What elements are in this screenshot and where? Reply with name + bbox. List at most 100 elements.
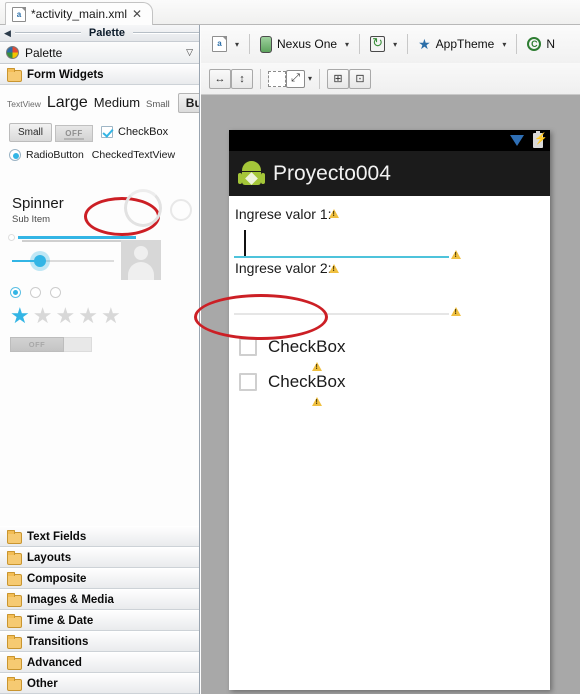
layout-content[interactable]: Ingrese valor 1: Ingrese valor 2: CheckB… [229,196,550,690]
palette-category-label: Transitions [27,635,89,648]
tab-activity-main-xml[interactable]: a *activity_main.xml ✕ [5,2,154,25]
star-icon-2[interactable]: ★ [33,305,53,327]
theme-selector[interactable]: ★ AppTheme ▾ [415,35,509,53]
chevron-down-icon[interactable]: ▾ [502,40,506,49]
locale-label: N [546,37,556,51]
palette-item-spinner-label: Spinner [12,195,64,212]
textview-label-valor2[interactable]: Ingrese valor 2: [235,260,332,276]
device-icon [260,35,273,53]
palette-item-button[interactable]: Button [177,93,199,113]
palette-item-small-button[interactable]: Small [9,123,53,142]
locale-selector[interactable]: C N [524,35,558,53]
palette-item-medium[interactable]: Medium [94,95,140,110]
checkbox-icon[interactable] [239,338,257,356]
palette-row-text-styles: TextView Large Medium Small Button [7,93,199,113]
palette-item-textview[interactable]: TextView [7,99,41,109]
battery-charging-icon [533,131,548,148]
download-triangle-icon [510,135,524,146]
folder-icon [7,68,22,82]
palette-panel: ◀ Palette Palette ▽ Form Widgets TextVie… [0,25,200,694]
preview-checkbox-1-label: CheckBox [268,337,346,356]
theme-label: AppTheme [435,37,495,51]
palette-item-radiobutton[interactable]: RadioButton [26,149,84,161]
palette-item-toggle-button[interactable]: OFF [55,125,93,142]
toolbar-separator [516,34,518,54]
chevron-down-icon[interactable]: ▾ [345,40,349,49]
palette-view-title: Palette [88,27,125,39]
align-baseline-icon[interactable]: ⊞ [327,68,350,89]
palette-icon [6,46,19,59]
edittext-valor2[interactable] [234,313,449,315]
palette-item-ratingbar[interactable]: ★ ★ ★ ★ ★ [10,305,121,327]
preview-checkbox-2[interactable]: CheckBox [239,372,345,392]
tab-label: *activity_main.xml [31,7,128,21]
palette-item-large[interactable]: Large [47,94,88,112]
palette-item-checkbox[interactable]: CheckBox [101,126,168,138]
star-icon-5[interactable]: ★ [101,305,121,327]
palette-category-text-fields[interactable]: Text Fields [0,526,199,547]
device-label: Nexus One [277,37,338,51]
collapse-arrow-icon[interactable]: ◀ [4,28,11,39]
expand-icon[interactable]: ⤢ [286,69,305,88]
textview-label-valor1[interactable]: Ingrese valor 1: [235,206,332,222]
editor-toolbar-secondary: ↔ ↕ ⤢ ▾ ⊞ ⊡ [201,63,580,95]
palette-category-other[interactable]: Other [0,673,199,694]
chevron-down-icon[interactable]: ▾ [393,40,397,49]
palette-view-titlebar: ◀ Palette [0,25,199,42]
toolbar-separator [407,34,409,54]
palette-item-spinner[interactable]: Spinner Sub Item [12,195,64,225]
palette-category-time-date[interactable]: Time & Date [0,610,199,631]
radiogroup-option-2[interactable] [30,287,41,298]
toggle-width-fill-button[interactable]: ↔ [209,68,231,89]
close-icon[interactable]: ✕ [132,8,142,20]
palette-category-layouts[interactable]: Layouts [0,547,199,568]
palette-category-advanced[interactable]: Advanced [0,652,199,673]
android-action-bar: Proyecto004 [229,151,550,196]
palette-group-form-widgets[interactable]: Form Widgets [0,64,199,85]
layout-config-icon: a [212,36,227,52]
chevron-down-icon[interactable]: ▾ [235,40,239,49]
progressbar-small-icon[interactable] [170,199,192,221]
warning-triangle-icon [312,362,322,371]
palette-category-label: Images & Media [27,593,114,606]
star-icon-4[interactable]: ★ [78,305,98,327]
warning-triangle-icon [451,307,461,316]
edittext-valor1[interactable] [234,256,449,258]
layout-config-button[interactable]: a ▾ [209,34,242,54]
palette-category-transitions[interactable]: Transitions [0,631,199,652]
distribute-icon[interactable]: ⊡ [349,68,372,89]
palette-item-seekbar[interactable] [34,255,46,267]
palette-group-label: Form Widgets [27,68,104,81]
app-title: Proyecto004 [273,161,391,185]
palette-item-imageview[interactable] [121,240,161,280]
warning-triangle-icon [451,250,461,259]
orientation-selector[interactable]: ▾ [367,34,400,54]
seekbar-remaining-track [44,260,114,262]
palette-item-checkedtextview[interactable]: CheckedTextView [92,149,175,161]
palette-item-switch[interactable]: OFF [10,337,64,352]
palette-category-composite[interactable]: Composite [0,568,199,589]
design-canvas[interactable]: Proyecto004 Ingrese valor 1: Ingrese val… [194,95,580,694]
device-selector[interactable]: Nexus One ▾ [257,34,352,55]
eclipse-layout-editor: a *activity_main.xml ✕ ◀ Palette Palette… [0,0,580,694]
titlebar-divider-left [14,32,81,34]
star-icon-1[interactable]: ★ [10,305,30,327]
palette-item-small[interactable]: Small [146,99,170,110]
device-preview[interactable]: Proyecto004 Ingrese valor 1: Ingrese val… [229,130,550,690]
layout-editor: a ▾ Nexus One ▾ ▾ ★ AppTheme ▾ C [194,25,580,694]
chevron-down-icon[interactable]: ▾ [308,74,312,83]
palette-category-images-media[interactable]: Images & Media [0,589,199,610]
chevron-down-icon[interactable]: ▽ [186,47,193,58]
progressbar-large-icon[interactable] [124,189,162,227]
checkbox-icon[interactable] [239,373,257,391]
margins-icon[interactable] [268,70,286,87]
radio-button-icon [9,149,21,161]
radiogroup-option-1[interactable] [10,287,21,298]
toggle-height-fill-button[interactable]: ↕ [231,68,253,89]
palette-header[interactable]: Palette ▽ [0,42,199,64]
star-icon-3[interactable]: ★ [55,305,75,327]
preview-checkbox-1[interactable]: CheckBox [239,337,345,357]
palette-item-progressbar-horizontal[interactable] [18,236,136,239]
radiogroup-option-3[interactable] [50,287,61,298]
palette-item-spinner-subitem: Sub Item [12,214,51,225]
